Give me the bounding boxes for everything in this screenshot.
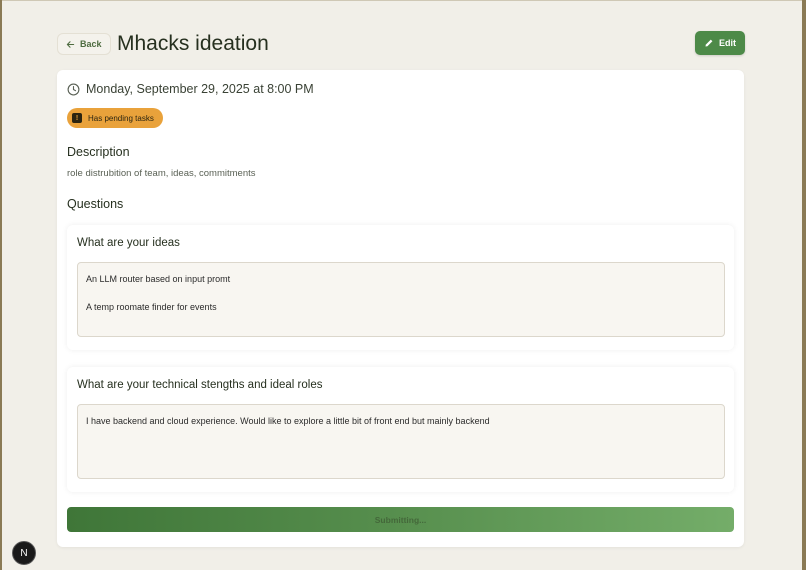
window-left-edge [0, 0, 2, 570]
answer-field[interactable]: I have backend and cloud experience. Wou… [77, 404, 725, 479]
submit-button[interactable]: Submitting... [67, 507, 734, 532]
back-button[interactable]: Back [57, 33, 111, 55]
clock-icon [67, 83, 80, 95]
answer-line: An LLM router based on input promt [86, 274, 231, 284]
edit-label: Edit [719, 38, 736, 48]
status-badge-label: Has pending tasks [88, 113, 154, 123]
submit-label: Submitting... [374, 514, 427, 525]
event-card: Monday, September 29, 2025 at 8:00 PM ! … [57, 70, 744, 547]
arrow-left-icon [66, 40, 75, 48]
alert-icon: ! [72, 113, 82, 123]
pencil-icon [705, 39, 713, 47]
questions-heading: Questions [67, 197, 124, 211]
datetime-text: Monday, September 29, 2025 at 8:00 PM [86, 82, 314, 96]
nextjs-devtools-button[interactable]: N [12, 541, 36, 565]
question-card: What are your technical stengths and ide… [67, 367, 734, 492]
edit-button[interactable]: Edit [695, 31, 745, 55]
question-card: What are your ideas An LLM router based … [67, 225, 734, 350]
devtools-letter: N [20, 547, 28, 559]
event-datetime: Monday, September 29, 2025 at 8:00 PM [67, 82, 314, 96]
description-heading: Description [67, 145, 130, 159]
window-top-edge [0, 0, 806, 1]
answer-line: I have backend and cloud experience. Wou… [86, 416, 490, 426]
description-text: role distrubition of team, ideas, commit… [67, 168, 256, 179]
window-right-edge [802, 0, 806, 570]
back-label: Back [80, 39, 102, 49]
status-badge: ! Has pending tasks [67, 108, 163, 128]
page-header: Back Mhacks ideation Edit [57, 31, 745, 57]
answer-line: A temp roomate finder for events [86, 302, 217, 312]
question-label: What are your technical stengths and ide… [77, 379, 323, 391]
question-label: What are your ideas [77, 237, 180, 249]
page-title: Mhacks ideation [117, 32, 269, 55]
answer-field[interactable]: An LLM router based on input promt A tem… [77, 262, 725, 337]
